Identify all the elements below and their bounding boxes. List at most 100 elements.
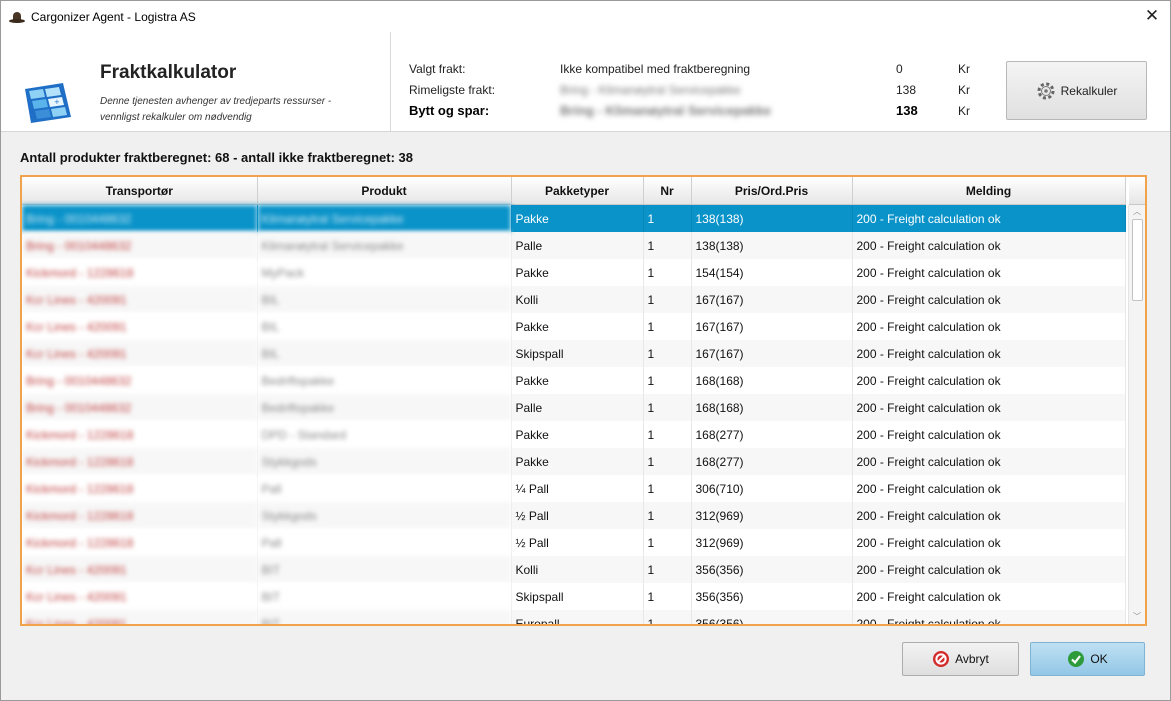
nr-cell: 1	[643, 394, 692, 421]
product-cell: Pall	[257, 475, 512, 502]
close-button[interactable]: ✕	[1142, 6, 1162, 26]
message-cell: 200 - Freight calculation ok	[852, 421, 1126, 448]
recalculate-button[interactable]: Rekalkuler	[1006, 61, 1147, 120]
switch-save-currency: Kr	[958, 104, 970, 118]
message-cell: 200 - Freight calculation ok	[852, 448, 1126, 475]
product-cell: Bedriftspakke	[257, 394, 512, 421]
carrier-cell: Kcr Lines - 420091	[22, 583, 258, 610]
recalculate-label: Rekalkuler	[1060, 83, 1118, 98]
price-cell: 167(167)	[691, 340, 853, 367]
table-row[interactable]: Kcr Lines - 420091 BIT Europall 1 356(356) 20…	[22, 610, 1126, 624]
message-cell: 200 - Freight calculation ok	[852, 232, 1126, 259]
table-row[interactable]: Kcr Lines - 420091 BIL Skipspall 1 167(167) 2…	[22, 340, 1126, 367]
cancel-icon	[933, 651, 950, 667]
subtitle-line: vennligst rekalkuler om nødvendig	[100, 112, 252, 123]
message-cell: 200 - Freight calculation ok	[852, 583, 1126, 610]
table-row[interactable]: Kcr Lines - 420091 BIT Kolli 1 356(356) 200 -…	[22, 556, 1126, 583]
carrier-cell: Kcr Lines - 420091	[22, 313, 258, 340]
carrier-cell: Kcr Lines - 420091	[22, 556, 258, 583]
table-row[interactable]: Kickmord - 1228618 DPD - Standard Pakke 1 16…	[22, 421, 1126, 448]
package-type-cell: Pakke	[511, 421, 644, 448]
freight-table[interactable]: Transportør Produkt Pakketyper Nr Pris/O…	[20, 175, 1147, 626]
nr-cell: 1	[643, 313, 692, 340]
product-cell: DPD - Standard	[257, 421, 512, 448]
carrier-cell: Bring - 0010448632	[22, 204, 258, 232]
price-cell: 356(356)	[691, 556, 853, 583]
scroll-down-icon[interactable]: ﹀	[1129, 610, 1145, 624]
price-cell: 312(969)	[691, 502, 853, 529]
product-cell: Stykkgods	[257, 448, 512, 475]
package-type-cell: Pakke	[511, 448, 644, 475]
package-type-cell: Kolli	[511, 556, 644, 583]
price-cell: 168(168)	[691, 394, 853, 421]
package-type-cell: Europall	[511, 610, 644, 624]
table-row[interactable]: Bring - 0010448632 Bedriftspakke Pakke 1 168…	[22, 367, 1126, 394]
message-cell: 200 - Freight calculation ok	[852, 502, 1126, 529]
nr-cell: 1	[643, 475, 692, 502]
column-header-message[interactable]: Melding	[852, 177, 1126, 205]
table-row[interactable]: Kickmord - 1228618 Pall ¼ Pall 1 306(710) 200…	[22, 475, 1126, 502]
header-subtitle: Denne tjenesten avhenger av tredjeparts …	[100, 94, 380, 126]
package-type-cell: Pakke	[511, 259, 644, 286]
header-divider	[390, 32, 391, 131]
table-row[interactable]: Bring - 0010448632 Klimanøytral Servicepa…	[22, 232, 1126, 259]
nr-cell: 1	[643, 232, 692, 259]
carrier-cell: Kcr Lines - 420091	[22, 340, 258, 367]
calculator-icon: +	[25, 83, 71, 123]
product-cell: BIL	[257, 286, 512, 313]
freight-grid: Transportør Produkt Pakketyper Nr Pris/O…	[22, 177, 1126, 624]
svg-text:+: +	[54, 98, 60, 106]
price-cell: 306(710)	[691, 475, 853, 502]
scroll-thumb[interactable]	[1132, 219, 1143, 301]
table-row[interactable]: Bring - 0010448632 Klimanøytral Servicepa…	[22, 204, 1126, 232]
product-cell: BIT	[257, 556, 512, 583]
cancel-label: Avbryt	[955, 652, 989, 666]
column-header-product[interactable]: Produkt	[257, 177, 512, 205]
table-header-row: Transportør Produkt Pakketyper Nr Pris/O…	[22, 177, 1126, 205]
table-row[interactable]: Kcr Lines - 420091 BIT Skipspall 1 356(356) 2…	[22, 583, 1126, 610]
switch-save-amount: 138	[896, 103, 918, 118]
scroll-up-icon[interactable]: ︿	[1129, 205, 1145, 219]
product-cell: BIT	[257, 583, 512, 610]
selected-freight-label: Valgt frakt:	[409, 62, 466, 76]
carrier-cell: Kcr Lines - 420091	[22, 610, 258, 624]
package-type-cell: ¼ Pall	[511, 475, 644, 502]
carrier-cell: Kickmord - 1228618	[22, 529, 258, 556]
gear-icon	[1037, 82, 1055, 99]
price-cell: 168(277)	[691, 448, 853, 475]
package-type-cell: Pakke	[511, 367, 644, 394]
package-type-cell: Pakke	[511, 313, 644, 340]
vertical-scrollbar[interactable]: ︿ ﹀	[1128, 205, 1145, 624]
table-row[interactable]: Kickmord - 1228618 Pall ½ Pall 1 312(969) 200…	[22, 529, 1126, 556]
table-row[interactable]: Bring - 0010448632 Bedriftspakke Palle 1 168…	[22, 394, 1126, 421]
cheapest-freight-currency: Kr	[958, 83, 970, 97]
message-cell: 200 - Freight calculation ok	[852, 556, 1126, 583]
table-row[interactable]: Kickmord - 1228618 MyPack Pakke 1 154(154) 20…	[22, 259, 1126, 286]
app-hat-icon	[9, 10, 25, 24]
nr-cell: 1	[643, 583, 692, 610]
column-header-price[interactable]: Pris/Ord.Pris	[691, 177, 853, 205]
selected-freight-value: Ikke kompatibel med fraktberegning	[560, 62, 751, 76]
message-cell: 200 - Freight calculation ok	[852, 204, 1126, 232]
package-type-cell: ½ Pall	[511, 529, 644, 556]
column-header-carrier[interactable]: Transportør	[22, 177, 258, 205]
table-row[interactable]: Kcr Lines - 420091 BIL Kolli 1 167(167) 200 -…	[22, 286, 1126, 313]
package-type-cell: Pakke	[511, 204, 644, 232]
table-row[interactable]: Kcr Lines - 420091 BIL Pakke 1 167(167) 200 -…	[22, 313, 1126, 340]
price-cell: 356(356)	[691, 583, 853, 610]
message-cell: 200 - Freight calculation ok	[852, 259, 1126, 286]
app-window: Cargonizer Agent - Logistra AS ✕ + Frakt…	[0, 0, 1171, 701]
column-header-package-types[interactable]: Pakketyper	[511, 177, 644, 205]
check-icon	[1068, 651, 1085, 667]
message-cell: 200 - Freight calculation ok	[852, 610, 1126, 624]
price-cell: 138(138)	[691, 204, 853, 232]
carrier-cell: Bring - 0010448632	[22, 367, 258, 394]
nr-cell: 1	[643, 556, 692, 583]
carrier-cell: Bring - 0010448632	[22, 232, 258, 259]
cancel-button[interactable]: Avbryt	[902, 642, 1019, 676]
table-row[interactable]: Kickmord - 1228618 Stykkgods ½ Pall 1 312(96…	[22, 502, 1126, 529]
nr-cell: 1	[643, 502, 692, 529]
column-header-nr[interactable]: Nr	[643, 177, 692, 205]
table-row[interactable]: Kickmord - 1228618 Stykkgods Pakke 1 168(277…	[22, 448, 1126, 475]
ok-button[interactable]: OK	[1030, 642, 1145, 676]
